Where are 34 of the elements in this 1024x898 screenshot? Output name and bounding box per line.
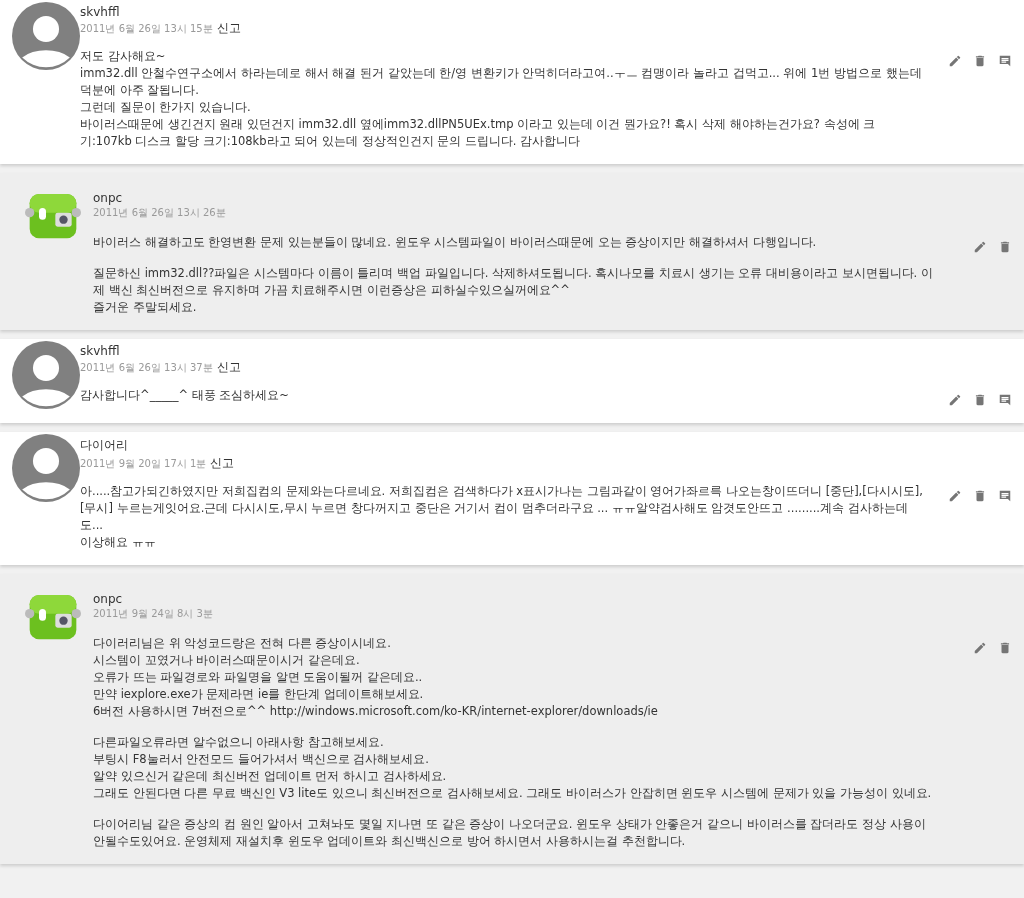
trash-icon[interactable] xyxy=(998,240,1012,254)
comment-date: 2011년 9월 24일 8시 3분 xyxy=(93,607,213,621)
author-name[interactable]: 다이어리 xyxy=(80,437,1012,454)
edit-icon[interactable] xyxy=(973,240,987,254)
comment-icon[interactable] xyxy=(998,393,1012,407)
trash-icon[interactable] xyxy=(998,641,1012,655)
comment-text: 질문하신 imm32.dll??파일은 시스템마다 이름이 틀리며 백업 파일입니다. 삭제하셔도됩니다. 혹시나모를 치료시 생기는 오류 대비용이라고 보시면됩니다. 이제 백신 최신버전으로 유지하며 가끔 치료해주시면 이런증상은 피하실수있으실꺼에요^^ 즐거운 주말되세요. xyxy=(93,265,934,316)
edit-icon[interactable] xyxy=(948,393,962,407)
comment-text: 다이러리님은 위 악성코드랑은 전혀 다른 증상이시네요. 시스템이 꼬였거나 바이러스때문이시거 같은데요. 오류가 뜨는 파일경로와 파일명을 알면 도움이될꺼 같은데요.. 만약 iexplore.exe가 문제라면 ie를 한단계 업데이트해보세요. 6버전 사용하시면 7버전으로^^ http://windows.microsoft.com/ko-KR/internet-explorer/downloads/ie xyxy=(93,635,659,720)
author-name[interactable]: skvhffl xyxy=(80,5,1012,19)
author-name[interactable]: onpc xyxy=(93,191,1012,205)
comment-icon[interactable] xyxy=(998,489,1012,503)
comment-text: 다이어리님 같은 증상의 컴 원인 알아서 고쳐놔도 몇일 지나면 또 같은 증상이 나오더군요. 윈도우 상태가 안좋은거 같으니 바이러스를 잡더라도 정상 사용이 안될수도있어요. 운영체제 재설치후 윈도우 업데이트와 최신백신으로 방어 하시면서 사용하시는걸 추천합니다. xyxy=(93,816,927,850)
report-link[interactable]: 신고 xyxy=(216,359,241,376)
comment-text: 감사합니다^_____^ 태풍 조심하세요~ xyxy=(80,387,290,404)
comment-text: 아.....참고가되긴하였지만 저희집컴의 문제와는다르네요. 저희집컴은 검색하다가 x표시가나는 그림과같이 영어가좌르륵 나오는창이뜨더니 [중단],[다시시도],[무시] 누르는게잇어요.근데 다시시도,무시 누르면 창다꺼지고 중단은 거기서 컴이 멈추더라구요 ... ㅠㅠ알약검사해도 암겻도안뜨고 .........계속 검사하는데도... 이상해요 ㅠㅠ xyxy=(80,483,924,551)
edit-icon[interactable] xyxy=(948,489,962,503)
author-name[interactable]: skvhffl xyxy=(80,344,1012,358)
comment-date: 2011년 6월 26일 13시 37분 xyxy=(80,361,213,375)
comment-text: 다른파일오류라면 알수없으니 아래사항 참고해보세요. 부팅시 F8눌러서 안전모드 들어가셔서 백신으로 검사해보세요. 알약 있으신거 같은데 최신버전 업데이트 먼저 하시고 검사하세요. 그래도 안된다면 다른 무료 백신인 V3 lite도 있으니 최신버전으로 검사해보세요. 그래도 바이러스가 안잡히면 윈도우 시스템에 문제가 있을 가능성이 있네요. xyxy=(93,734,933,802)
edit-icon[interactable] xyxy=(973,641,987,655)
comment-text: 바이러스 해결하고도 한영변환 문제 있는분들이 많네요. 윈도우 시스템파일이 바이러스때문에 오는 증상이지만 해결하셔서 다행입니다. xyxy=(93,234,818,251)
comment-icon[interactable] xyxy=(998,54,1012,68)
trash-icon[interactable] xyxy=(973,54,987,68)
comment-date: 2011년 9월 20일 17시 1분 xyxy=(80,457,207,471)
report-link[interactable]: 신고 xyxy=(210,455,235,472)
comment-date: 2011년 6월 26일 13시 15분 xyxy=(80,22,213,36)
trash-icon[interactable] xyxy=(973,489,987,503)
comment-date: 2011년 6월 26일 13시 26분 xyxy=(93,206,226,220)
report-link[interactable]: 신고 xyxy=(216,20,241,37)
author-name[interactable]: onpc xyxy=(93,592,1012,606)
edit-icon[interactable] xyxy=(948,54,962,68)
comment-text: 저도 감사해요~ imm32.dll 안철수연구소에서 하라는데로 해서 해결 된거 같았는데 한/영 변환키가 안먹히더라고여..ㅜㅡ 컴맹이라 놀라고 겁먹고... 위에 1번 방법으로 했는데 덕분에 아주 잘됩니다. 그런데 질문이 한가지 있습니다. 바이러스때문에 생긴건지 원래 있던건지 imm32.dll 옆에imm32.dllPN5UEx.tmp 이라고 있는데 이건 뭔가요?! 혹시 삭제 해야하는건가요? 속성에 크기:107kb 디스크 할당 크기:108kb라고 되어 있는데 정상적인건지 문의 드립니다. 감사합니다 xyxy=(80,48,923,150)
trash-icon[interactable] xyxy=(973,393,987,407)
